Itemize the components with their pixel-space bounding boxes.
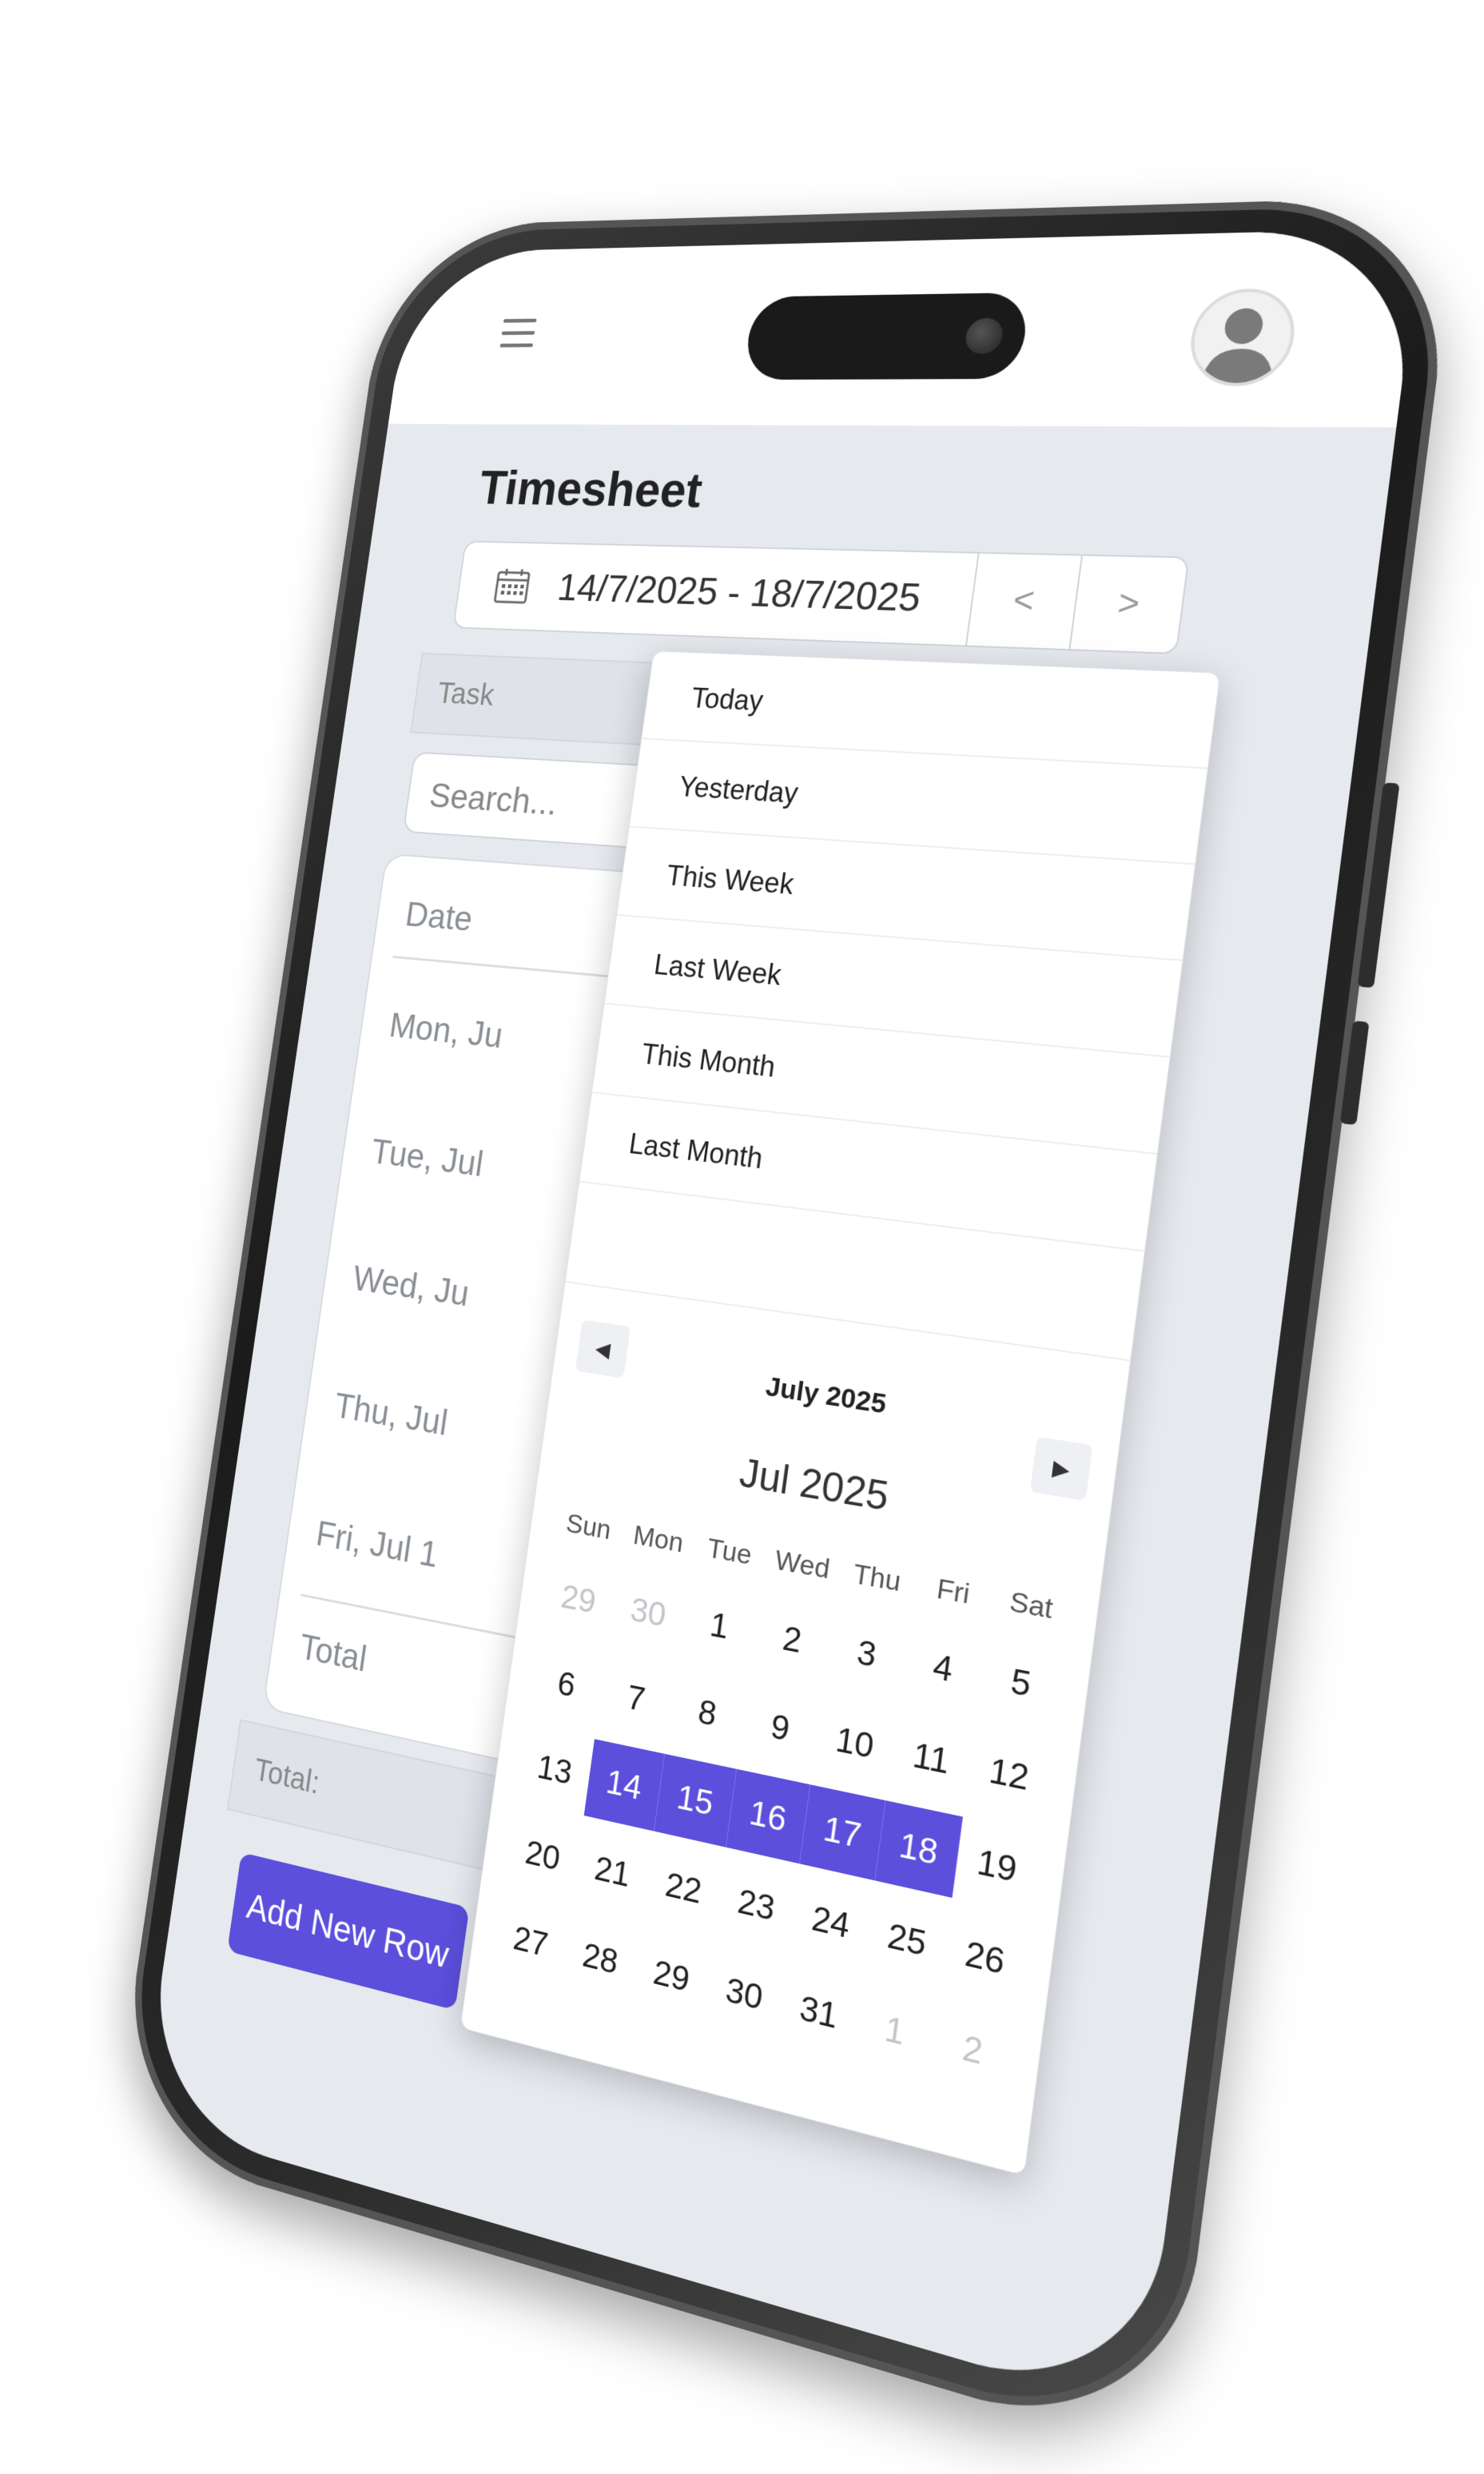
calendar-icon [491, 567, 533, 606]
calendar-day-outside[interactable]: 29 [539, 1555, 618, 1644]
calendar-day[interactable]: 21 [572, 1825, 653, 1919]
calendar-day[interactable]: 11 [887, 1711, 975, 1807]
phone-device: Timesheet 14/7/2025 - 18/7/2025 < > Task… [112, 196, 1460, 2457]
calendar-day[interactable]: 25 [863, 1891, 951, 1989]
calendar-day[interactable]: 1 [678, 1581, 761, 1672]
calendar-day[interactable]: 19 [953, 1817, 1042, 1916]
calendar-day-selected[interactable]: 15 [654, 1753, 738, 1848]
weekday-label: Wed [773, 1544, 832, 1585]
calendar-day[interactable]: 9 [738, 1681, 823, 1775]
hamburger-menu-icon[interactable] [499, 318, 537, 348]
calendar-day-selected[interactable]: 18 [875, 1800, 964, 1899]
calendar-day[interactable]: 13 [515, 1724, 594, 1816]
calendar-day-outside[interactable]: 30 [608, 1568, 689, 1657]
calendar-day[interactable]: 20 [503, 1810, 583, 1902]
weekday-label: Mon [631, 1519, 686, 1559]
date-range-picker[interactable]: 14/7/2025 - 18/7/2025 [452, 540, 980, 647]
calendar-day-selected[interactable]: 16 [726, 1768, 811, 1864]
calendar-day[interactable]: 23 [714, 1857, 799, 1953]
calendar-day[interactable]: 24 [788, 1874, 874, 1971]
calendar-day[interactable]: 27 [491, 1895, 571, 1988]
phone-screen: Timesheet 14/7/2025 - 18/7/2025 < > Task… [141, 228, 1422, 2413]
calendar-day[interactable]: 6 [527, 1640, 606, 1729]
date-range-value: 14/7/2025 - 18/7/2025 [555, 566, 924, 620]
calendar-day[interactable]: 26 [941, 1908, 1030, 2008]
calendar-day[interactable]: 10 [812, 1696, 898, 1791]
calendar-day[interactable]: 28 [560, 1911, 641, 2006]
weekday-label: Tue [705, 1532, 754, 1571]
calendar-day[interactable]: 5 [977, 1635, 1066, 1731]
calendar-day[interactable]: 3 [824, 1607, 910, 1700]
task-header-label: Task [435, 677, 496, 712]
calendar-grid: Sun Mon Tue Wed Thu Fri Sat 29 30 1 2 3 … [491, 1491, 1077, 2106]
calendar-day-outside[interactable]: 1 [851, 1981, 939, 2081]
previous-range-button[interactable]: < [965, 551, 1084, 651]
table-row: Thu, Jul [332, 1385, 451, 1443]
top-bar [388, 228, 1422, 428]
table-row: Mon, Ju [387, 1004, 506, 1056]
table-total-label: Total [297, 1625, 370, 1680]
weekday-label: Sun [564, 1507, 613, 1546]
calendar-day[interactable]: 22 [643, 1841, 725, 1936]
calendar-day[interactable]: 29 [631, 1928, 713, 2024]
calendar-day[interactable]: 8 [666, 1667, 749, 1759]
dynamic-island [742, 292, 1031, 380]
table-row: Wed, Ju [350, 1258, 472, 1314]
add-new-row-button[interactable]: Add New Row [227, 1852, 470, 2011]
calendar-day[interactable]: 12 [965, 1726, 1054, 1824]
table-row: Tue, Jul [368, 1131, 486, 1184]
calendar-day[interactable]: 4 [899, 1621, 987, 1716]
page-title: Timesheet [475, 461, 706, 518]
table-row: Fri, Jul 1 [313, 1513, 441, 1576]
weekday-label: Thu [851, 1557, 903, 1598]
date-column-header: Date [403, 894, 475, 939]
calendar-day[interactable]: 31 [776, 1963, 862, 2062]
calendar-day-selected[interactable]: 17 [799, 1784, 886, 1881]
camera-icon [963, 317, 1005, 355]
triangle-right-icon[interactable]: ▶ [1029, 1436, 1093, 1502]
next-range-button[interactable]: > [1068, 554, 1190, 655]
side-button [1339, 1020, 1370, 1125]
weekday-label: Sat [1008, 1585, 1055, 1625]
calendar-day[interactable]: 30 [702, 1946, 787, 2043]
calendar-day[interactable]: 7 [596, 1653, 677, 1744]
side-button [1357, 782, 1400, 988]
calendar-day[interactable]: 2 [750, 1593, 834, 1685]
calendar-day-outside[interactable]: 2 [928, 1999, 1017, 2101]
user-avatar-icon[interactable] [1184, 288, 1300, 387]
weekday-label: Fri [934, 1573, 972, 1611]
calendar-day-selected[interactable]: 14 [583, 1739, 666, 1832]
